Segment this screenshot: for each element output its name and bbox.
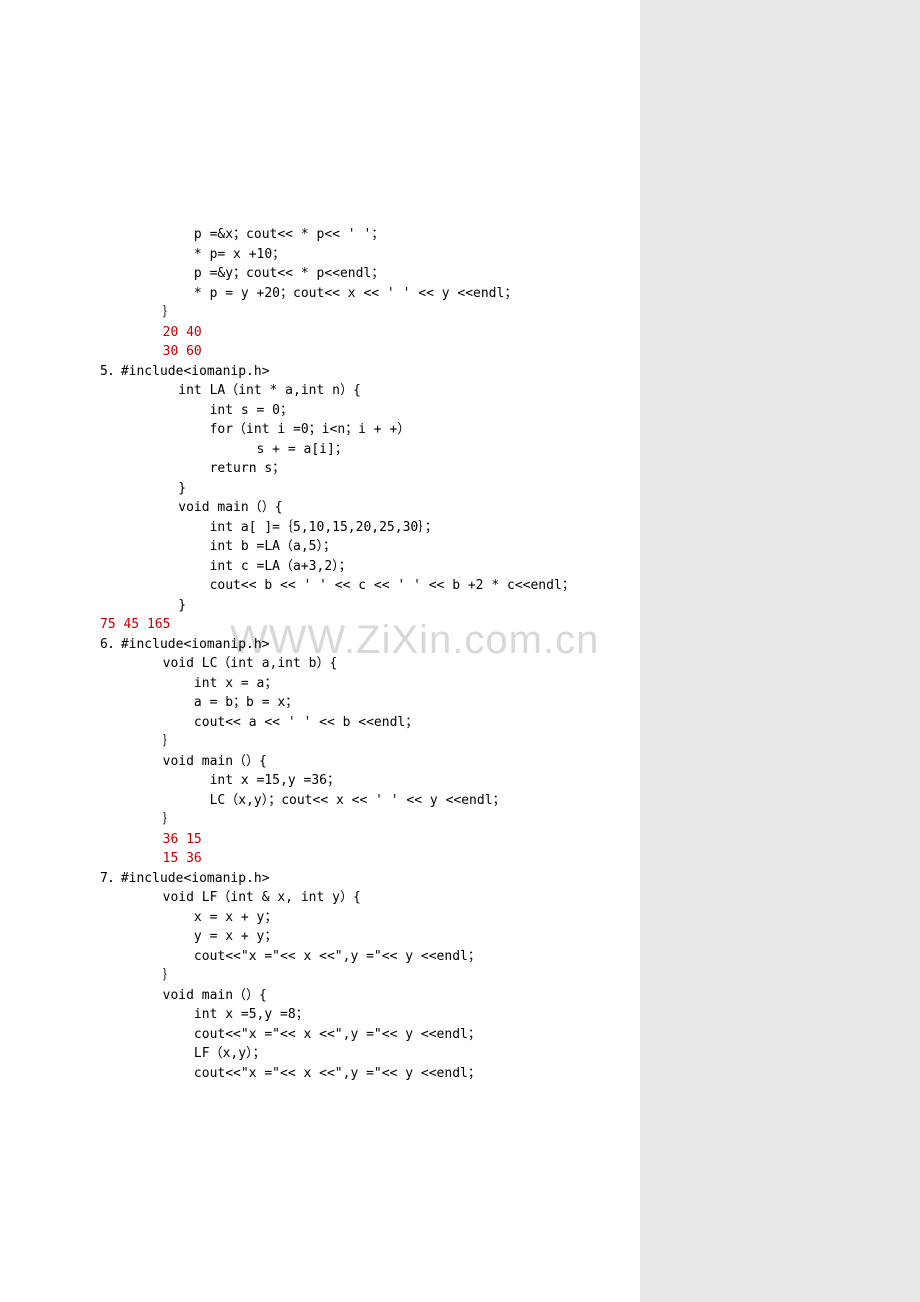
code-line: 7．#include<iomanip.h> bbox=[100, 869, 600, 889]
code-line: int c =LA（a+3,2）； bbox=[100, 557, 600, 577]
code-line: 30 60 bbox=[100, 342, 600, 362]
content-area: p =&x；cout<< * p<< ' '； * p= x +10； p =&… bbox=[100, 225, 600, 1083]
code-line: cout<<"x ="<< x <<",y ="<< y <<endl； bbox=[100, 1064, 600, 1084]
code-line: for（int i =0；i<n；i + +） bbox=[100, 420, 600, 440]
code-line: } bbox=[100, 479, 600, 499]
code-line: y = x + y； bbox=[100, 927, 600, 947]
code-line: LC（x,y）；cout<< x << ' ' << y <<endl； bbox=[100, 791, 600, 811]
code-line: void LF（int & x, int y）{ bbox=[100, 888, 600, 908]
code-line: 36 15 bbox=[100, 830, 600, 850]
code-line: * p= x +10； bbox=[100, 245, 600, 265]
page-container: WWW.ZiXin.com.cn p =&x；cout<< * p<< ' '；… bbox=[0, 0, 640, 1302]
code-line: ｝ bbox=[100, 303, 600, 323]
code-line: int a[ ]=｛5,10,15,20,25,30｝； bbox=[100, 518, 600, 538]
code-line: return s； bbox=[100, 459, 600, 479]
code-line: 20 40 bbox=[100, 323, 600, 343]
code-line: cout<<"x ="<< x <<",y ="<< y <<endl； bbox=[100, 947, 600, 967]
code-line: cout<< b << ' ' << c << ' ' << b +2 * c<… bbox=[100, 576, 600, 596]
code-line: void main（）{ bbox=[100, 498, 600, 518]
code-line: void main（）{ bbox=[100, 752, 600, 772]
code-line: a = b；b = x； bbox=[100, 693, 600, 713]
code-line: } bbox=[100, 596, 600, 616]
code-line: int x = a； bbox=[100, 674, 600, 694]
code-line: void main（）{ bbox=[100, 986, 600, 1006]
code-line: s + = a[i]； bbox=[100, 440, 600, 460]
code-line: * p = y +20；cout<< x << ' ' << y <<endl； bbox=[100, 284, 600, 304]
code-line: 75 45 165 bbox=[100, 615, 600, 635]
code-line: int s = 0； bbox=[100, 401, 600, 421]
code-line: x = x + y； bbox=[100, 908, 600, 928]
code-line: int x =15,y =36； bbox=[100, 771, 600, 791]
code-line: cout<< a << ' ' << b <<endl； bbox=[100, 713, 600, 733]
code-line: p =&y；cout<< * p<<endl； bbox=[100, 264, 600, 284]
code-line: int b =LA（a,5）； bbox=[100, 537, 600, 557]
code-line: ｝ bbox=[100, 732, 600, 752]
code-line: int x =5,y =8； bbox=[100, 1005, 600, 1025]
code-line: p =&x；cout<< * p<< ' '； bbox=[100, 225, 600, 245]
code-line: int LA（int * a,int n）{ bbox=[100, 381, 600, 401]
code-line: ｝ bbox=[100, 966, 600, 986]
code-line: 15 36 bbox=[100, 849, 600, 869]
code-line: cout<<"x ="<< x <<",y ="<< y <<endl； bbox=[100, 1025, 600, 1045]
code-line: 6．#include<iomanip.h> bbox=[100, 635, 600, 655]
code-line: LF（x,y）； bbox=[100, 1044, 600, 1064]
sidebar bbox=[640, 0, 920, 1302]
code-line: 5．#include<iomanip.h> bbox=[100, 362, 600, 382]
code-line: void LC（int a,int b）{ bbox=[100, 654, 600, 674]
code-line: ｝ bbox=[100, 810, 600, 830]
